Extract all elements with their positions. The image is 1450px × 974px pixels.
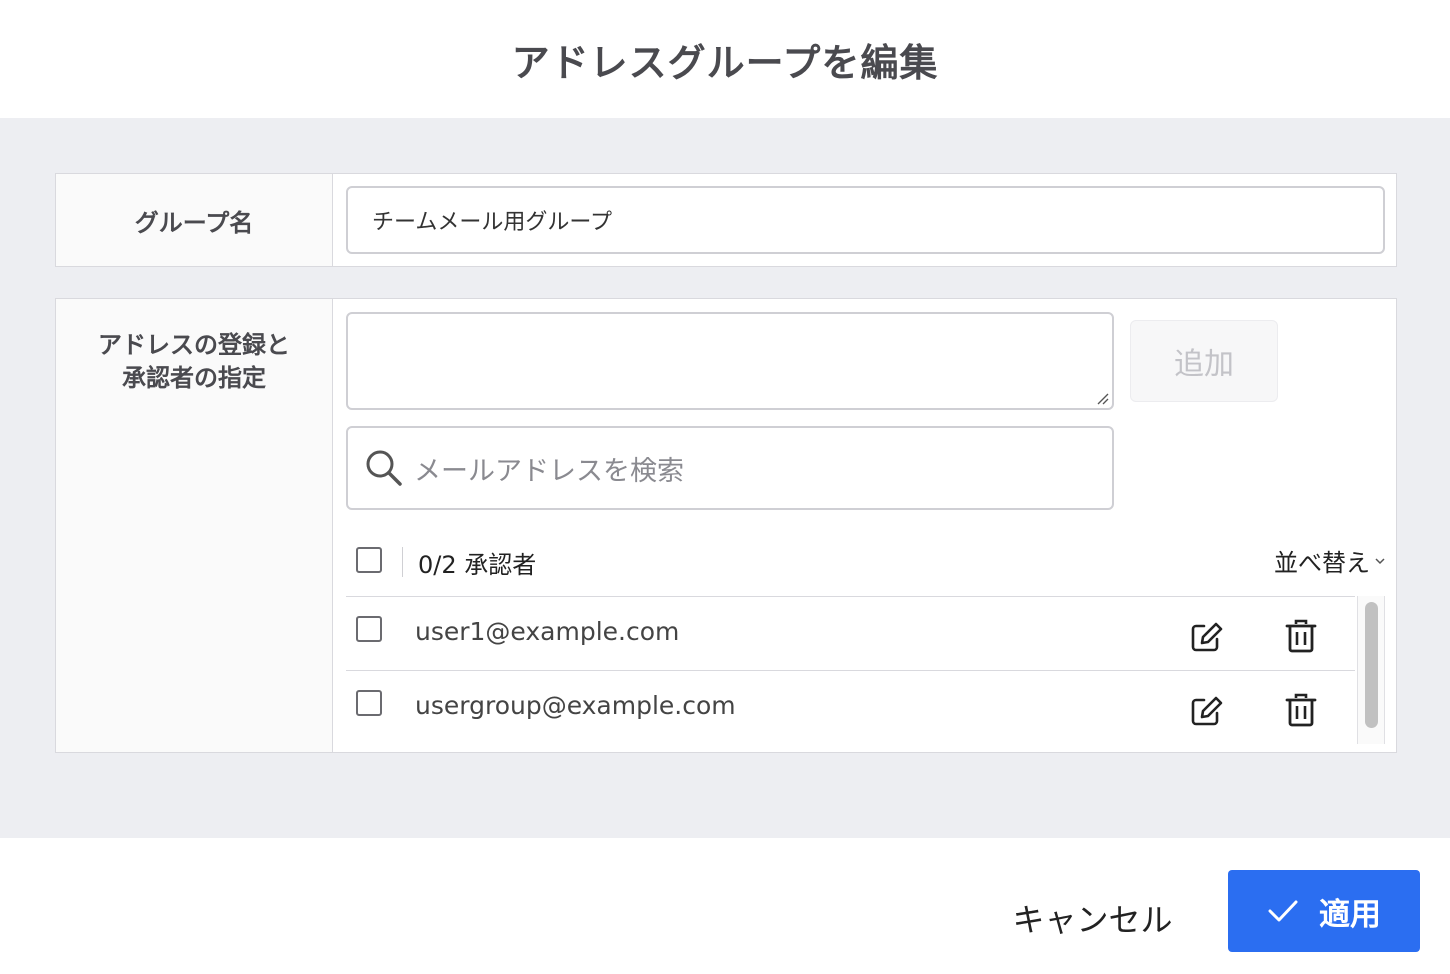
list-item: user1@example.com [346,596,1355,670]
row-checkbox[interactable] [356,616,382,642]
dialog-header: アドレスグループを編集 [0,0,1450,118]
address-list: user1@example.com usergroup@example.com [346,596,1355,744]
list-item: usergroup@example.com [346,670,1355,744]
address-textarea[interactable] [346,312,1114,410]
address-label-cell: アドレスの登録と 承認者の指定 [56,299,333,752]
sort-button[interactable]: 並べ替え [1274,543,1386,578]
resize-grip-icon[interactable] [1095,391,1109,405]
address-label-line1: アドレスの登録と [98,331,290,359]
apply-button[interactable]: 適用 [1228,870,1420,952]
email-search-input[interactable]: メールアドレスを検索 [346,426,1114,510]
trash-icon[interactable] [1284,693,1318,727]
edit-icon[interactable] [1190,621,1224,653]
list-header: 0/2 承認者 並べ替え [346,537,1386,587]
add-button[interactable]: 追加 [1130,320,1278,402]
email-address: usergroup@example.com [415,691,736,720]
search-icon [366,450,402,486]
group-name-value: チームメール用グループ [372,210,613,235]
sort-label: 並べ替え [1274,549,1370,577]
group-name-input[interactable]: チームメール用グループ [346,186,1385,254]
group-name-label: グループ名 [134,208,254,237]
list-scrollbar[interactable] [1357,596,1385,744]
cancel-button[interactable]: キャンセル [1000,890,1185,946]
address-row: アドレスの登録と 承認者の指定 追加 メールアドレスを検索 0/2 承認者 並べ… [55,298,1397,753]
group-name-row: グループ名 チームメール用グループ [55,173,1397,267]
dialog-title: アドレスグループを編集 [511,40,939,85]
apply-label: 適用 [1319,896,1381,933]
scrollbar-thumb[interactable] [1365,602,1378,728]
edit-icon[interactable] [1190,695,1224,727]
select-all-checkbox[interactable] [356,547,382,573]
add-button-label: 追加 [1174,347,1234,382]
group-name-label-cell: グループ名 [56,174,333,266]
row-checkbox[interactable] [356,690,382,716]
cancel-label: キャンセル [1012,901,1173,939]
checkmark-icon [1268,900,1298,922]
header-divider [402,547,403,577]
search-placeholder: メールアドレスを検索 [414,455,684,487]
email-address: user1@example.com [415,617,680,646]
address-label-line2: 承認者の指定 [122,364,266,392]
dialog-footer: キャンセル 適用 [0,838,1450,974]
chevron-down-icon [1375,557,1385,564]
approver-count: 0/2 承認者 [418,551,537,579]
trash-icon[interactable] [1284,619,1318,653]
